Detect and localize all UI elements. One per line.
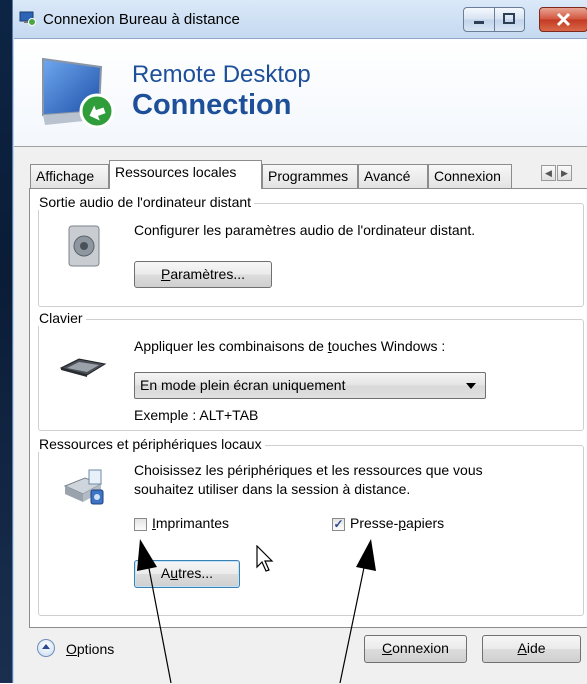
parametres-button[interactable]: Paramètres... <box>134 261 272 288</box>
clipboard-label[interactable]: Presse-papiers <box>350 515 444 531</box>
chevron-right-icon: ▶ <box>561 168 568 178</box>
minimize-icon <box>474 21 484 24</box>
connect-button[interactable]: Connexion <box>364 635 467 663</box>
window-title: Connexion Bureau à distance <box>43 11 240 28</box>
devices-icon <box>63 469 104 505</box>
audio-description: Configurer les paramètres audio de l'ord… <box>134 222 476 238</box>
minimize-button[interactable] <box>463 7 495 32</box>
resources-group: Ressources et périphériques locaux Chois… <box>38 436 584 616</box>
clipboard-checkbox[interactable]: ✓ <box>332 518 345 531</box>
help-button[interactable]: Aide <box>482 635 581 663</box>
options-expand-icon[interactable] <box>37 639 55 657</box>
resources-description-line1: Choisissez les périphériques et les ress… <box>134 462 483 478</box>
remote-desktop-logo <box>42 57 115 129</box>
audio-group: Sortie audio de l'ordinateur distant Con… <box>38 194 584 307</box>
banner: Remote Desktop Connection <box>14 38 587 147</box>
checkmark-icon: ✓ <box>333 517 344 531</box>
keyboard-mode-select[interactable]: En mode plein écran uniquement <box>134 372 486 399</box>
banner-title-line2: Connection <box>132 89 292 121</box>
parametres-label: aramètres... <box>170 266 246 282</box>
tab-page-ressources-locales: Sortie audio de l'ordinateur distant Con… <box>29 188 587 628</box>
keyboard-group-title: Clavier <box>38 310 86 326</box>
tab-affichage[interactable]: Affichage <box>30 164 109 188</box>
remote-desktop-icon <box>19 11 36 26</box>
tab-connexion[interactable]: Connexion <box>428 164 512 188</box>
keyboard-example: Exemple : ALT+TAB <box>134 407 259 423</box>
printers-checkbox[interactable] <box>134 518 147 531</box>
dropdown-arrow-icon <box>466 383 476 389</box>
tab-scroll-right-button[interactable]: ▶ <box>557 165 572 181</box>
keyboard-group: Clavier Appliquer les combinaisons de to… <box>38 310 584 431</box>
rdc-window: Connexion Bureau à distance Remote Deskt… <box>12 0 587 684</box>
close-icon <box>556 12 571 27</box>
audio-group-title: Sortie audio de l'ordinateur distant <box>38 194 255 210</box>
speaker-icon <box>68 225 100 267</box>
keyboard-icon <box>59 358 107 377</box>
banner-title-line1: Remote Desktop <box>132 61 311 88</box>
parametres-mnemonic: P <box>160 266 171 282</box>
autres-button[interactable]: Autres... <box>134 560 240 588</box>
printers-label[interactable]: Imprimantes <box>152 515 229 531</box>
desktop-background <box>0 0 12 683</box>
maximize-button[interactable] <box>495 7 525 32</box>
tab-ressources-locales[interactable]: Ressources locales <box>109 160 262 189</box>
tab-scroll-left-button[interactable]: ◀ <box>541 165 556 181</box>
title-bar[interactable]: Connexion Bureau à distance <box>13 0 587 38</box>
maximize-icon <box>503 13 515 24</box>
tab-programmes[interactable]: Programmes <box>262 164 358 188</box>
close-button[interactable] <box>539 7 587 32</box>
tab-avance[interactable]: Avancé <box>358 164 428 188</box>
chevron-left-icon: ◀ <box>545 168 552 178</box>
options-link[interactable]: Options <box>66 641 114 657</box>
dialog-panel: Affichage Ressources locales Programmes … <box>14 146 587 684</box>
mouse-cursor-icon <box>256 545 274 572</box>
keyboard-mode-selected: En mode plein écran uniquement <box>140 377 346 393</box>
resources-description-line2: souhaitez utiliser dans la session à dis… <box>134 481 411 497</box>
resources-group-title: Ressources et périphériques locaux <box>38 436 265 452</box>
keyboard-description: Appliquer les combinaisons de touches Wi… <box>134 338 446 354</box>
